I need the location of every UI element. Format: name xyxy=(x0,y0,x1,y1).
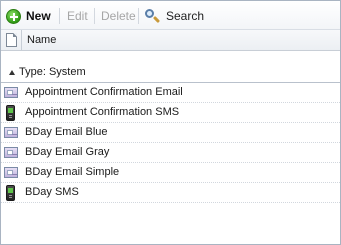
sms-template-icon xyxy=(6,185,15,201)
collapse-triangle-icon[interactable] xyxy=(9,70,15,75)
new-button[interactable]: New xyxy=(6,7,51,25)
list-item-label: BDay SMS xyxy=(25,186,79,198)
list-item[interactable]: BDay Email Blue xyxy=(1,123,340,143)
toolbar-separator xyxy=(94,8,95,24)
template-list-window: New Edit Delete Search Name Type: System xyxy=(0,0,341,245)
list-item-label: Appointment Confirmation SMS xyxy=(25,106,180,118)
group-label: Type: System xyxy=(19,66,86,78)
group-row-system[interactable]: Type: System xyxy=(1,63,340,83)
list-item[interactable]: BDay Email Gray xyxy=(1,143,340,163)
search-button[interactable]: Search xyxy=(144,7,204,25)
new-button-label: New xyxy=(26,9,51,23)
edit-button-label: Edit xyxy=(67,9,88,23)
list-item-label: BDay Email Blue xyxy=(25,126,108,138)
list-item-label: Appointment Confirmation Email xyxy=(25,86,183,98)
type-column-header[interactable] xyxy=(1,30,22,50)
add-icon xyxy=(6,8,21,24)
delete-button-label: Delete xyxy=(101,9,136,23)
list-item[interactable]: BDay SMS xyxy=(1,183,340,203)
email-template-icon xyxy=(4,167,18,178)
list-item-label: BDay Email Gray xyxy=(25,146,110,158)
document-icon xyxy=(6,33,17,47)
delete-button[interactable]: Delete xyxy=(101,7,136,25)
list-item[interactable]: Appointment Confirmation Email xyxy=(1,83,340,103)
search-icon xyxy=(144,8,161,24)
email-template-icon xyxy=(4,87,18,98)
toolbar-separator xyxy=(59,8,60,24)
edit-button[interactable]: Edit xyxy=(67,7,88,25)
list-item[interactable]: Appointment Confirmation SMS xyxy=(1,103,340,123)
email-template-icon xyxy=(4,147,18,158)
column-header: Name xyxy=(1,30,340,51)
list-item[interactable]: BDay Email Simple xyxy=(1,163,340,183)
template-list: Appointment Confirmation Email Appointme… xyxy=(1,83,340,203)
search-button-label: Search xyxy=(166,9,205,23)
sms-template-icon xyxy=(6,105,15,121)
name-column-header[interactable]: Name xyxy=(27,34,56,46)
list-item-label: BDay Email Simple xyxy=(25,166,120,178)
toolbar-separator xyxy=(138,8,139,24)
email-template-icon xyxy=(4,127,18,138)
toolbar: New Edit Delete Search xyxy=(1,1,340,30)
